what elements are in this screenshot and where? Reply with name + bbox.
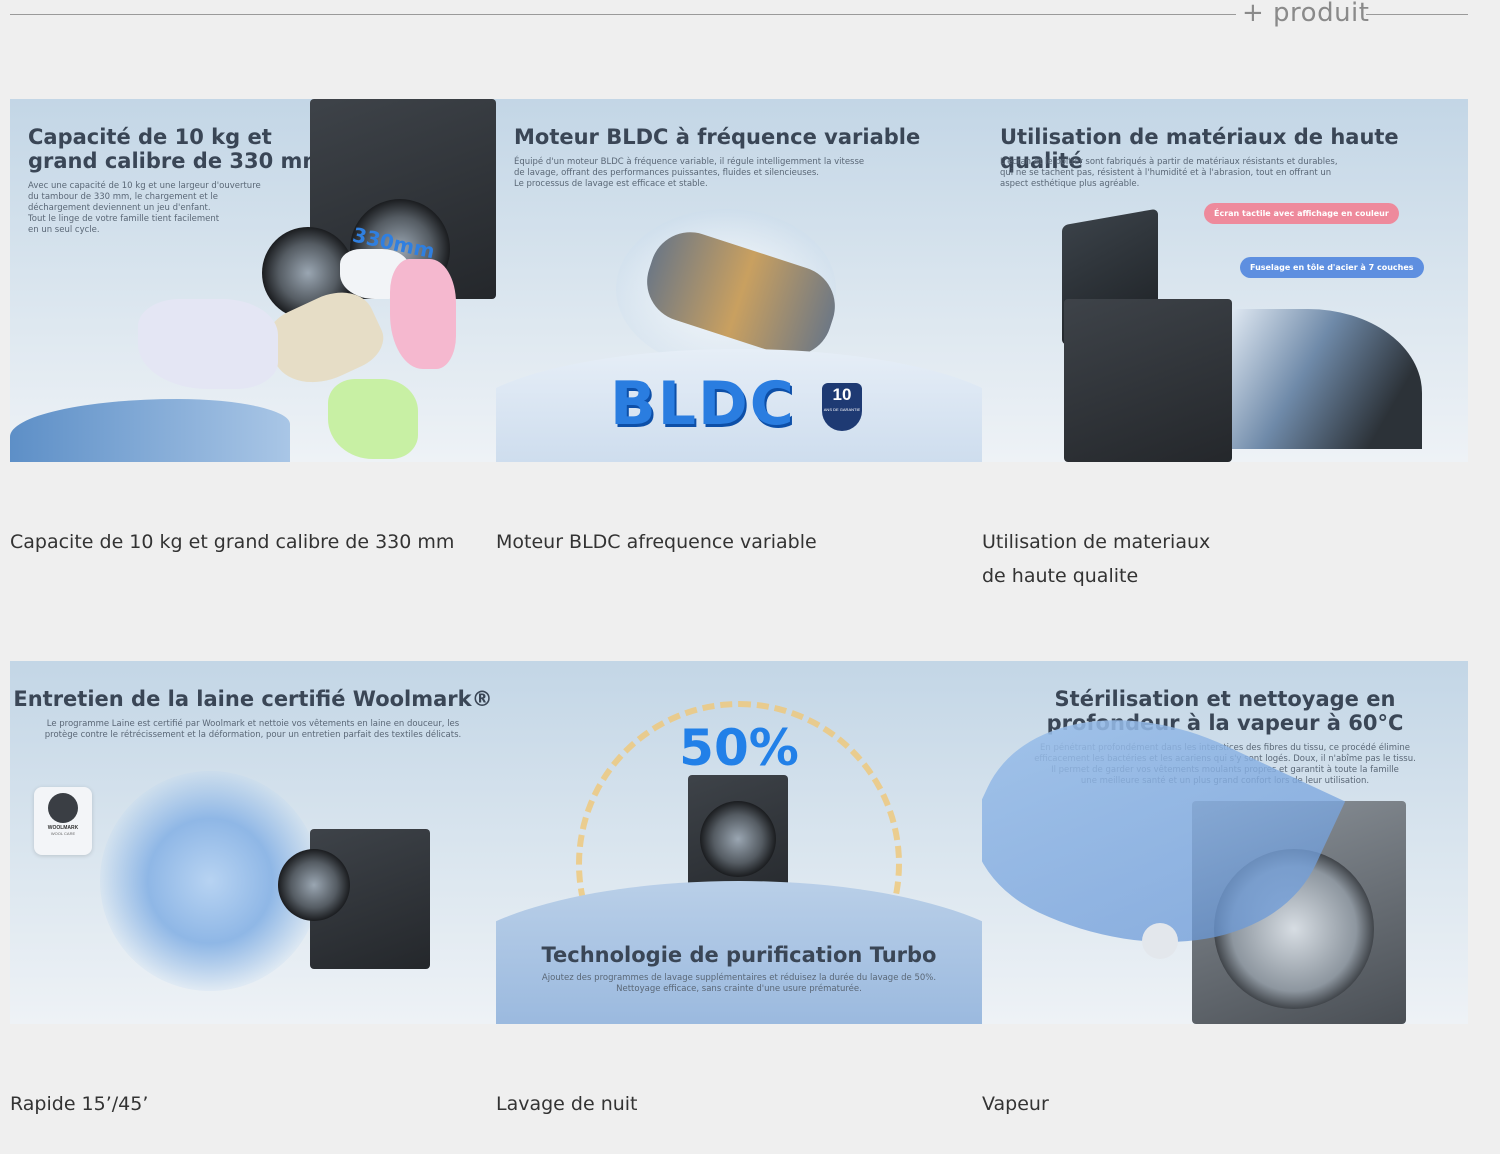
product-card-steam[interactable]: Stérilisation et nettoyage en profondeur…	[982, 661, 1468, 1115]
product-image-turbo[interactable]: 50% Technologie de purification Turbo Aj…	[496, 661, 982, 1024]
washing-machine	[1064, 299, 1232, 462]
green-tshirt	[328, 379, 418, 459]
image-body: L'écran et le boîtier sont fabriqués à p…	[1000, 157, 1338, 189]
section-header: + produit	[10, 0, 1468, 30]
machine-door	[278, 849, 350, 921]
machine-door	[700, 801, 776, 877]
turbo-percent-badge: 50%	[679, 719, 799, 777]
product-caption: Vapeur	[982, 1093, 1049, 1115]
image-headline: Technologie de purification Turbo	[541, 943, 937, 967]
image-headline: Capacité de 10 kg et grand calibre de 33…	[28, 125, 325, 173]
image-body: Équipé d'un moteur BLDC à fréquence vari…	[514, 157, 865, 189]
header-rule-left	[10, 14, 1236, 15]
pink-dress	[390, 259, 456, 369]
touch-screen-pill: Écran tactile avec affichage en couleur	[1204, 203, 1399, 224]
woolmark-badge: WOOLMARK WOOL CARE	[34, 787, 92, 855]
product-card-materials[interactable]: Utilisation de matériaux de haute qualit…	[982, 99, 1468, 587]
product-caption: Utilisation de materiaux de haute qualit…	[982, 531, 1211, 587]
product-card-turbo[interactable]: 50% Technologie de purification Turbo Aj…	[496, 661, 982, 1115]
section-label: + produit	[1242, 0, 1370, 28]
product-image-materials[interactable]: Utilisation de matériaux de haute qualit…	[982, 99, 1468, 462]
bldc-badge: BLDC	[610, 369, 796, 439]
product-caption: Rapide 15’/45’	[10, 1093, 149, 1115]
image-body: Avec une capacité de 10 kg et une largeu…	[28, 181, 261, 235]
woolmark-logo-icon	[48, 793, 78, 823]
bacteria-icon	[1142, 923, 1178, 959]
product-caption: Moteur BLDC afrequence variable	[496, 531, 817, 553]
image-headline: Moteur BLDC à fréquence variable	[514, 125, 921, 149]
image-headline: Entretien de la laine certifié Woolmark®	[13, 687, 493, 711]
product-image-bldc[interactable]: Moteur BLDC à fréquence variable Équipé …	[496, 99, 982, 462]
image-body: Ajoutez des programmes de lavage supplém…	[541, 973, 937, 994]
product-card-woolmark[interactable]: Entretien de la laine certifié Woolmark®…	[10, 661, 496, 1115]
steel-fuselage-pill: Fuselage en tôle d'acier à 7 couches	[1240, 257, 1424, 278]
image-headline: Stérilisation et nettoyage en profondeur…	[1046, 687, 1404, 735]
product-image-steam[interactable]: Stérilisation et nettoyage en profondeur…	[982, 661, 1468, 1024]
product-image-capacity[interactable]: Capacité de 10 kg et grand calibre de 33…	[10, 99, 496, 462]
product-card-capacity[interactable]: Capacité de 10 kg et grand calibre de 33…	[10, 99, 496, 553]
image-body: Le programme Laine est certifié par Wool…	[44, 719, 462, 740]
steel-layers	[1232, 309, 1422, 449]
header-rule-right	[1366, 14, 1468, 15]
warranty-shield-icon: 10 ANS DE GARANTIE	[822, 383, 862, 431]
lavender-shirt	[138, 299, 278, 389]
blue-fabric	[10, 399, 290, 462]
product-card-bldc[interactable]: Moteur BLDC à fréquence variable Équipé …	[496, 99, 982, 553]
product-image-woolmark[interactable]: Entretien de la laine certifié Woolmark®…	[10, 661, 496, 1024]
product-caption: Lavage de nuit	[496, 1093, 638, 1115]
product-caption: Capacite de 10 kg et grand calibre de 33…	[10, 531, 455, 553]
